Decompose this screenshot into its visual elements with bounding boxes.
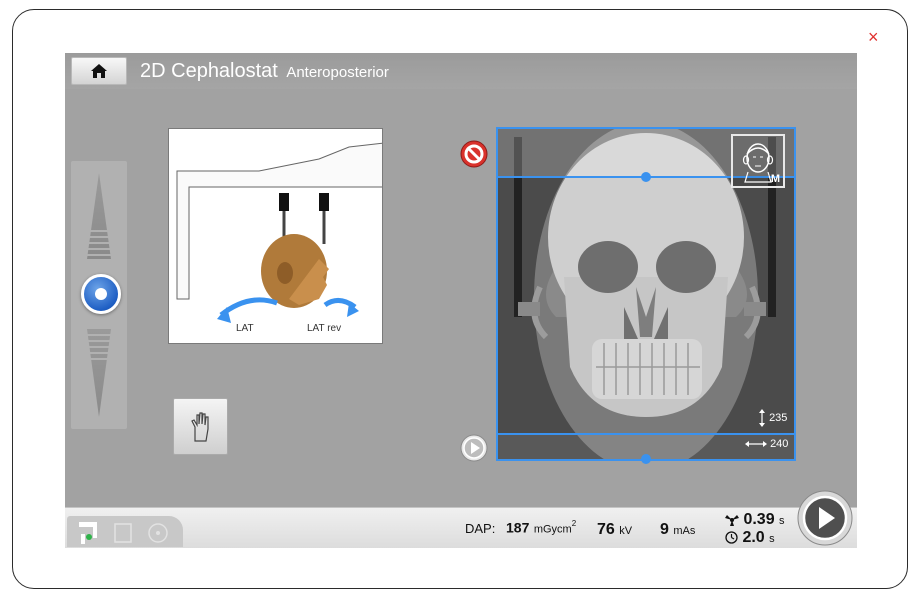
dap-label: DAP: <box>465 521 496 536</box>
collimation-bottom-handle[interactable] <box>641 454 651 464</box>
height-dimension: 235 <box>758 409 787 427</box>
dap-unit: mGycm <box>533 523 572 536</box>
collimation-bottom-line[interactable] <box>496 433 796 435</box>
width-value: 240 <box>770 438 789 450</box>
dap-readout: 187 mGycm2 <box>506 519 576 537</box>
clock-icon <box>725 531 738 544</box>
collimation-top-handle[interactable] <box>641 172 651 182</box>
kv-readout: 76 kV <box>597 521 632 539</box>
exposure-time-value: 0.39 <box>743 511 775 528</box>
label-lat: LAT <box>236 323 254 334</box>
start-exposure-button[interactable] <box>797 490 853 546</box>
horizontal-arrow-icon <box>745 441 767 448</box>
page-title: 2D Cephalostat Anteroposterior <box>140 60 389 83</box>
height-adjust-slider[interactable] <box>71 161 127 429</box>
kv-value: 76 <box>597 521 615 538</box>
hand-icon <box>190 411 209 442</box>
height-value: 235 <box>769 411 788 424</box>
radiation-icon <box>148 523 168 543</box>
app-screen: 2D Cephalostat Anteroposterior LAT LAT r… <box>65 53 857 548</box>
dap-value: 187 <box>506 519 530 536</box>
device-status-icon <box>79 522 97 544</box>
page-title-main: 2D Cephalostat <box>140 60 278 82</box>
mas-readout: 9 mAs <box>660 521 695 539</box>
scan-time-unit: s <box>769 533 775 545</box>
status-bar: DAP: 187 mGycm2 76 kV 9 mAs 0.39 s 2.0 s <box>65 507 857 548</box>
page-title-sub: Anteroposterior <box>286 64 389 81</box>
positioning-illustration: LAT LAT rev <box>168 128 383 344</box>
mas-unit: mAs <box>673 525 696 537</box>
status-indicator-tabs <box>67 516 183 547</box>
scan-time-readout: 2.0 s <box>725 529 775 547</box>
no-entry-icon <box>460 140 488 168</box>
preview-play-button[interactable] <box>460 434 488 462</box>
patient-size-label: M <box>770 173 780 185</box>
title-bar: 2D Cephalostat Anteroposterior <box>65 53 857 89</box>
vertical-arrow-icon <box>759 409 765 427</box>
width-dimension: 240 <box>745 438 788 450</box>
patient-size-button[interactable]: M <box>731 134 785 188</box>
scan-time-value: 2.0 <box>742 529 765 546</box>
kv-unit: kV <box>619 525 633 537</box>
exposure-time-readout: 0.39 s <box>725 511 785 529</box>
radiation-icon <box>725 514 739 526</box>
home-button[interactable] <box>71 57 127 85</box>
slider-knob[interactable] <box>81 274 121 314</box>
detector-icon <box>114 523 132 543</box>
manual-positioning-button[interactable] <box>173 398 228 455</box>
label-lat-rev: LAT rev <box>307 323 342 334</box>
mas-value: 9 <box>660 521 669 538</box>
home-icon <box>91 64 107 78</box>
cephalostat-diagram <box>176 142 382 323</box>
exposure-time-unit: s <box>779 515 785 527</box>
dap-unit-exponent: 2 <box>571 519 577 528</box>
